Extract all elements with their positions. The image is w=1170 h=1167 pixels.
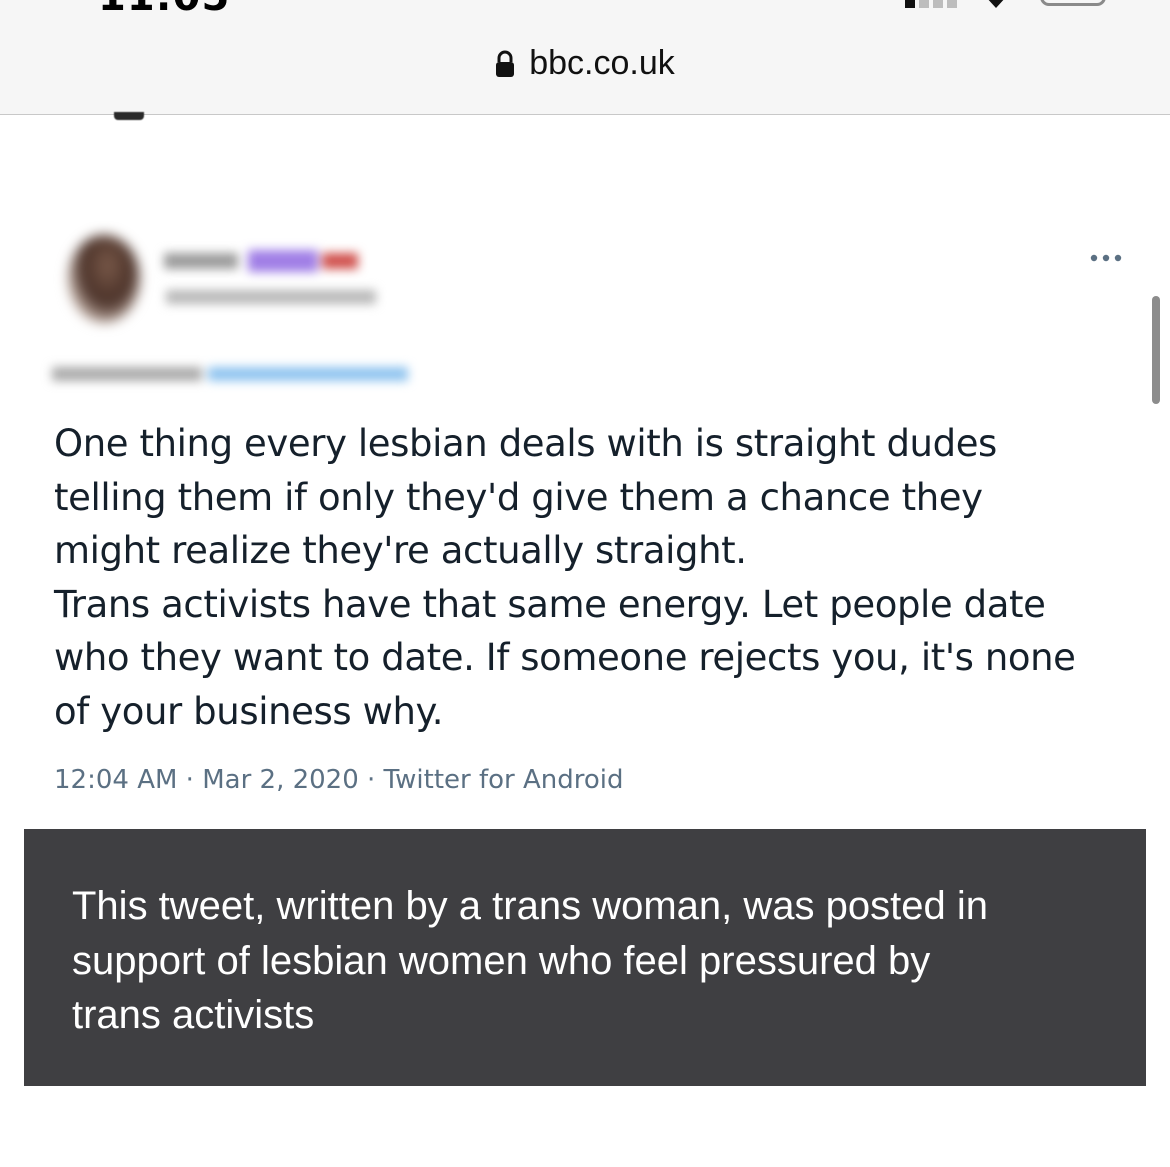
cellular-signal-icon (905, 0, 961, 8)
tweet-text-line: One thing every lesbian deals with is st… (54, 422, 997, 465)
url-text: bbc.co.uk (529, 44, 675, 82)
blurred-handle (166, 290, 376, 304)
address-bar[interactable]: bbc.co.uk (0, 44, 1170, 92)
cut-off-article-text (114, 112, 144, 120)
more-horizontal-icon[interactable] (1090, 253, 1122, 263)
caption-line: This tweet, written by a trans woman, wa… (72, 884, 988, 928)
status-time: 11:05 (98, 0, 230, 20)
caption-line: support of lesbian women who feel pressu… (72, 938, 931, 983)
scrollbar[interactable] (1152, 296, 1160, 404)
wifi-icon (988, 0, 1004, 8)
tweet-text: One thing every lesbian deals with is st… (54, 417, 1139, 738)
avatar (68, 235, 140, 323)
battery-icon (1040, 0, 1106, 6)
tweet-text-line: who they want to date. If someone reject… (54, 636, 1076, 679)
tweet-text-line: Trans activists have that same energy. L… (54, 582, 1046, 626)
tweet-timestamp: 12:04 AM · Mar 2, 2020 · Twitter for And… (54, 765, 624, 795)
tweet-text-line: of your business why. (54, 689, 444, 733)
caption-line: trans activists (72, 993, 315, 1037)
page: 11:05 bbc.co.uk (0, 0, 1170, 1167)
browser-top-bar: 11:05 bbc.co.uk (0, 0, 1170, 115)
tweet-screenshot: One thing every lesbian deals with is st… (24, 195, 1146, 825)
caption-text: This tweet, written by a trans woman, wa… (72, 879, 1112, 1043)
tweet-text-line: telling them if only they'd give them a … (54, 475, 983, 519)
image-caption: This tweet, written by a trans woman, wa… (24, 829, 1146, 1086)
tweet-text-line: might realize they're actually straight. (54, 529, 747, 572)
lock-icon (496, 50, 515, 77)
